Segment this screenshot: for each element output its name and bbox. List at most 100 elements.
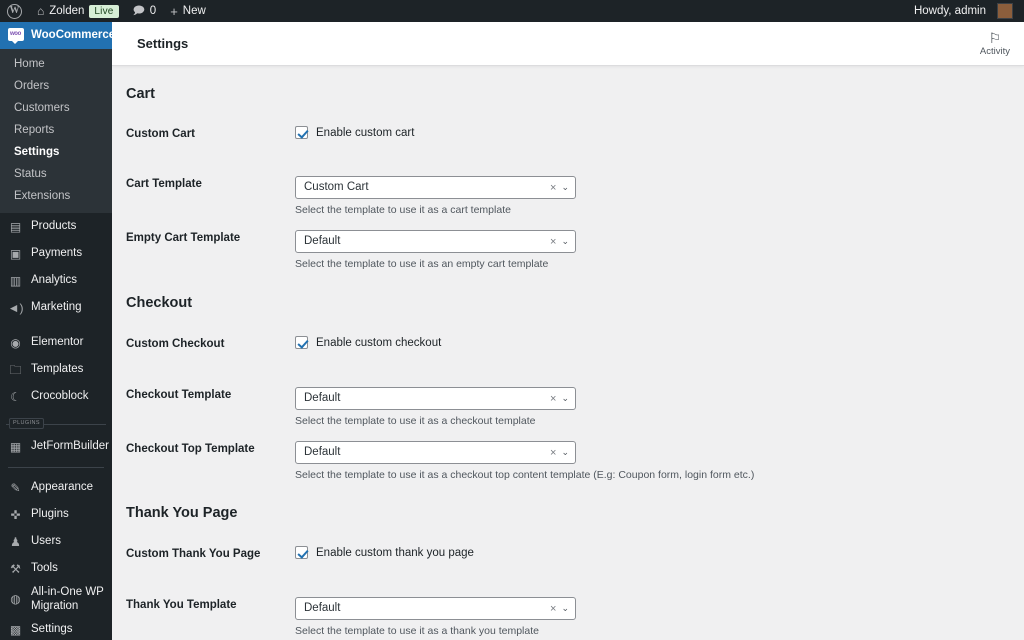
avatar — [997, 3, 1013, 19]
sidebar-item-label: Settings — [31, 623, 73, 636]
sidebar-item-settings-core[interactable]: ▩ Settings — [0, 616, 112, 640]
sidebar-item-jetformbuilder[interactable]: ▦ JetFormBuilder — [0, 433, 112, 460]
field-row-custom-cart: Custom Cart Enable custom cart — [126, 126, 1024, 152]
section-title-cart: Cart — [126, 86, 156, 102]
activity-button[interactable]: ⚐ Activity — [980, 22, 1010, 66]
plugins-divider-label: PLUGINS — [9, 418, 44, 429]
chevron-down-icon[interactable]: ⌄ — [561, 604, 569, 613]
chevron-down-icon[interactable]: ⌄ — [561, 183, 569, 192]
select-thank-you-template[interactable]: Default × ⌄ — [295, 597, 576, 620]
select-value: Default — [304, 602, 341, 614]
sidebar-item-status[interactable]: Status — [0, 163, 112, 185]
admin-bar: W ⌂ Zolden Live 🗩 0 + New Howdy, admin — [0, 0, 1024, 22]
field-row-checkout-top-template: Checkout Top Template Default × ⌄ Select… — [126, 441, 1024, 482]
sidebar-item-payments[interactable]: ▣ Payments — [0, 240, 112, 267]
activity-label: Activity — [979, 46, 1010, 57]
checkbox-label: Enable custom thank you page — [316, 546, 474, 559]
field-control: Default × ⌄ Select the template to use i… — [295, 230, 1024, 271]
field-control: Custom Cart × ⌄ Select the template to u… — [295, 176, 1024, 217]
checkbox-label: Enable custom checkout — [316, 336, 442, 349]
sidebar-item-woocommerce[interactable]: WooCommerce — [0, 22, 112, 49]
clear-icon[interactable]: × — [548, 182, 561, 194]
sidebar-item-elementor[interactable]: ◉ Elementor — [0, 329, 112, 356]
products-icon: ▤ — [9, 219, 22, 234]
field-label: Custom Cart — [126, 128, 196, 140]
sidebar-item-extensions[interactable]: Extensions — [0, 185, 112, 207]
sidebar-item-label: Appearance — [31, 481, 94, 494]
wordpress-logo-button[interactable]: W — [0, 0, 30, 22]
sidebar-item-orders[interactable]: Orders — [0, 75, 112, 97]
field-label: Checkout Top Template — [126, 443, 255, 455]
clear-icon[interactable]: × — [548, 236, 561, 248]
field-row-checkout-template: Checkout Template Default × ⌄ Select the… — [126, 387, 1024, 428]
sidebar-item-crocoblock[interactable]: ☾ Crocoblock — [0, 383, 112, 410]
sidebar-item-all-in-one-wp-migration[interactable]: ◍ All-in-One WP Migration — [0, 582, 112, 616]
live-badge: Live — [89, 4, 119, 18]
field-hint: Select the template to use it as an empt… — [295, 258, 549, 270]
sidebar-item-products[interactable]: ▤ Products — [0, 213, 112, 240]
sidebar-item-users[interactable]: ♟ Users — [0, 528, 112, 555]
sidebar-item-label: Products — [31, 220, 77, 233]
comment-bubble-icon: 🗩 — [132, 4, 145, 17]
migration-icon: ◍ — [10, 592, 21, 606]
field-control: Enable custom thank you page — [295, 546, 1024, 559]
checkbox-enable-custom-checkout[interactable]: Enable custom checkout — [295, 336, 1024, 349]
plugins-divider: PLUGINS — [6, 418, 106, 431]
analytics-bar-chart-icon: ▥ — [9, 273, 22, 288]
appearance-brush-icon: ✎ — [10, 480, 21, 495]
new-label: New — [182, 5, 206, 17]
select-checkout-template[interactable]: Default × ⌄ — [295, 387, 576, 410]
chevron-down-icon[interactable]: ⌄ — [561, 394, 569, 403]
field-row-custom-thank-you: Custom Thank You Page Enable custom than… — [126, 546, 1024, 572]
field-row-thank-you-template: Thank You Template Default × ⌄ Select th… — [126, 597, 1024, 638]
templates-folder-icon: 🗀 — [9, 362, 22, 377]
chevron-down-icon[interactable]: ⌄ — [561, 237, 569, 246]
select-value: Default — [304, 235, 341, 247]
settings-sliders-icon: ▩ — [9, 622, 22, 637]
field-label: Custom Thank You Page — [126, 548, 261, 560]
sidebar-item-settings[interactable]: Settings — [0, 141, 112, 163]
sidebar-item-home[interactable]: Home — [0, 53, 112, 75]
select-cart-template[interactable]: Custom Cart × ⌄ — [295, 176, 576, 199]
main-content: Settings ⚐ Activity Cart Custom Cart Ena… — [112, 22, 1024, 640]
site-name-button[interactable]: ⌂ Zolden Live — [30, 0, 126, 22]
sidebar-item-plugins[interactable]: ✜ Plugins — [0, 501, 112, 528]
sidebar-item-label: Users — [31, 535, 62, 548]
sidebar-item-tools[interactable]: ⚒ Tools — [0, 555, 112, 582]
clear-icon[interactable]: × — [548, 393, 561, 405]
users-icon: ♟ — [10, 534, 21, 549]
sidebar-item-reports[interactable]: Reports — [0, 119, 112, 141]
sidebar-item-label: All-in-One WP Migration — [31, 585, 104, 612]
select-checkout-top-template[interactable]: Default × ⌄ — [295, 441, 576, 464]
sidebar-item-customers[interactable]: Customers — [0, 97, 112, 119]
field-hint: Select the template to use it as a cart … — [295, 204, 511, 216]
select-value: Custom Cart — [304, 181, 369, 193]
comments-count: 0 — [149, 5, 157, 17]
site-name-label: Zolden — [49, 5, 85, 17]
comments-button[interactable]: 🗩 0 — [126, 0, 164, 22]
checkbox-box[interactable] — [295, 126, 308, 139]
checkbox-enable-custom-thank-you[interactable]: Enable custom thank you page — [295, 546, 1024, 559]
jetformbuilder-icon: ▦ — [9, 439, 22, 454]
plugins-plug-icon: ✜ — [10, 507, 21, 522]
section-title-thank-you: Thank You Page — [126, 505, 238, 521]
checkbox-box[interactable] — [295, 336, 308, 349]
field-row-empty-cart-template: Empty Cart Template Default × ⌄ Select t… — [126, 230, 1024, 271]
checkbox-enable-custom-cart[interactable]: Enable custom cart — [295, 126, 1024, 139]
select-value: Default — [304, 392, 341, 404]
chevron-down-icon[interactable]: ⌄ — [561, 448, 569, 457]
new-content-button[interactable]: + New — [163, 0, 213, 22]
home-icon: ⌂ — [37, 4, 45, 18]
field-control: Default × ⌄ Select the template to use i… — [295, 441, 1024, 482]
clear-icon[interactable]: × — [548, 603, 561, 615]
clear-icon[interactable]: × — [548, 447, 561, 459]
sidebar-item-analytics[interactable]: ▥ Analytics — [0, 267, 112, 294]
select-value: Default — [304, 446, 341, 458]
checkbox-box[interactable] — [295, 546, 308, 559]
account-menu-button[interactable]: Howdy, admin — [907, 0, 1020, 22]
tools-wrench-icon: ⚒ — [10, 561, 21, 576]
select-empty-cart-template[interactable]: Default × ⌄ — [295, 230, 576, 253]
sidebar-item-appearance[interactable]: ✎ Appearance — [0, 474, 112, 501]
sidebar-item-marketing[interactable]: ◄) Marketing — [0, 294, 112, 321]
sidebar-item-templates[interactable]: 🗀 Templates — [0, 356, 112, 383]
